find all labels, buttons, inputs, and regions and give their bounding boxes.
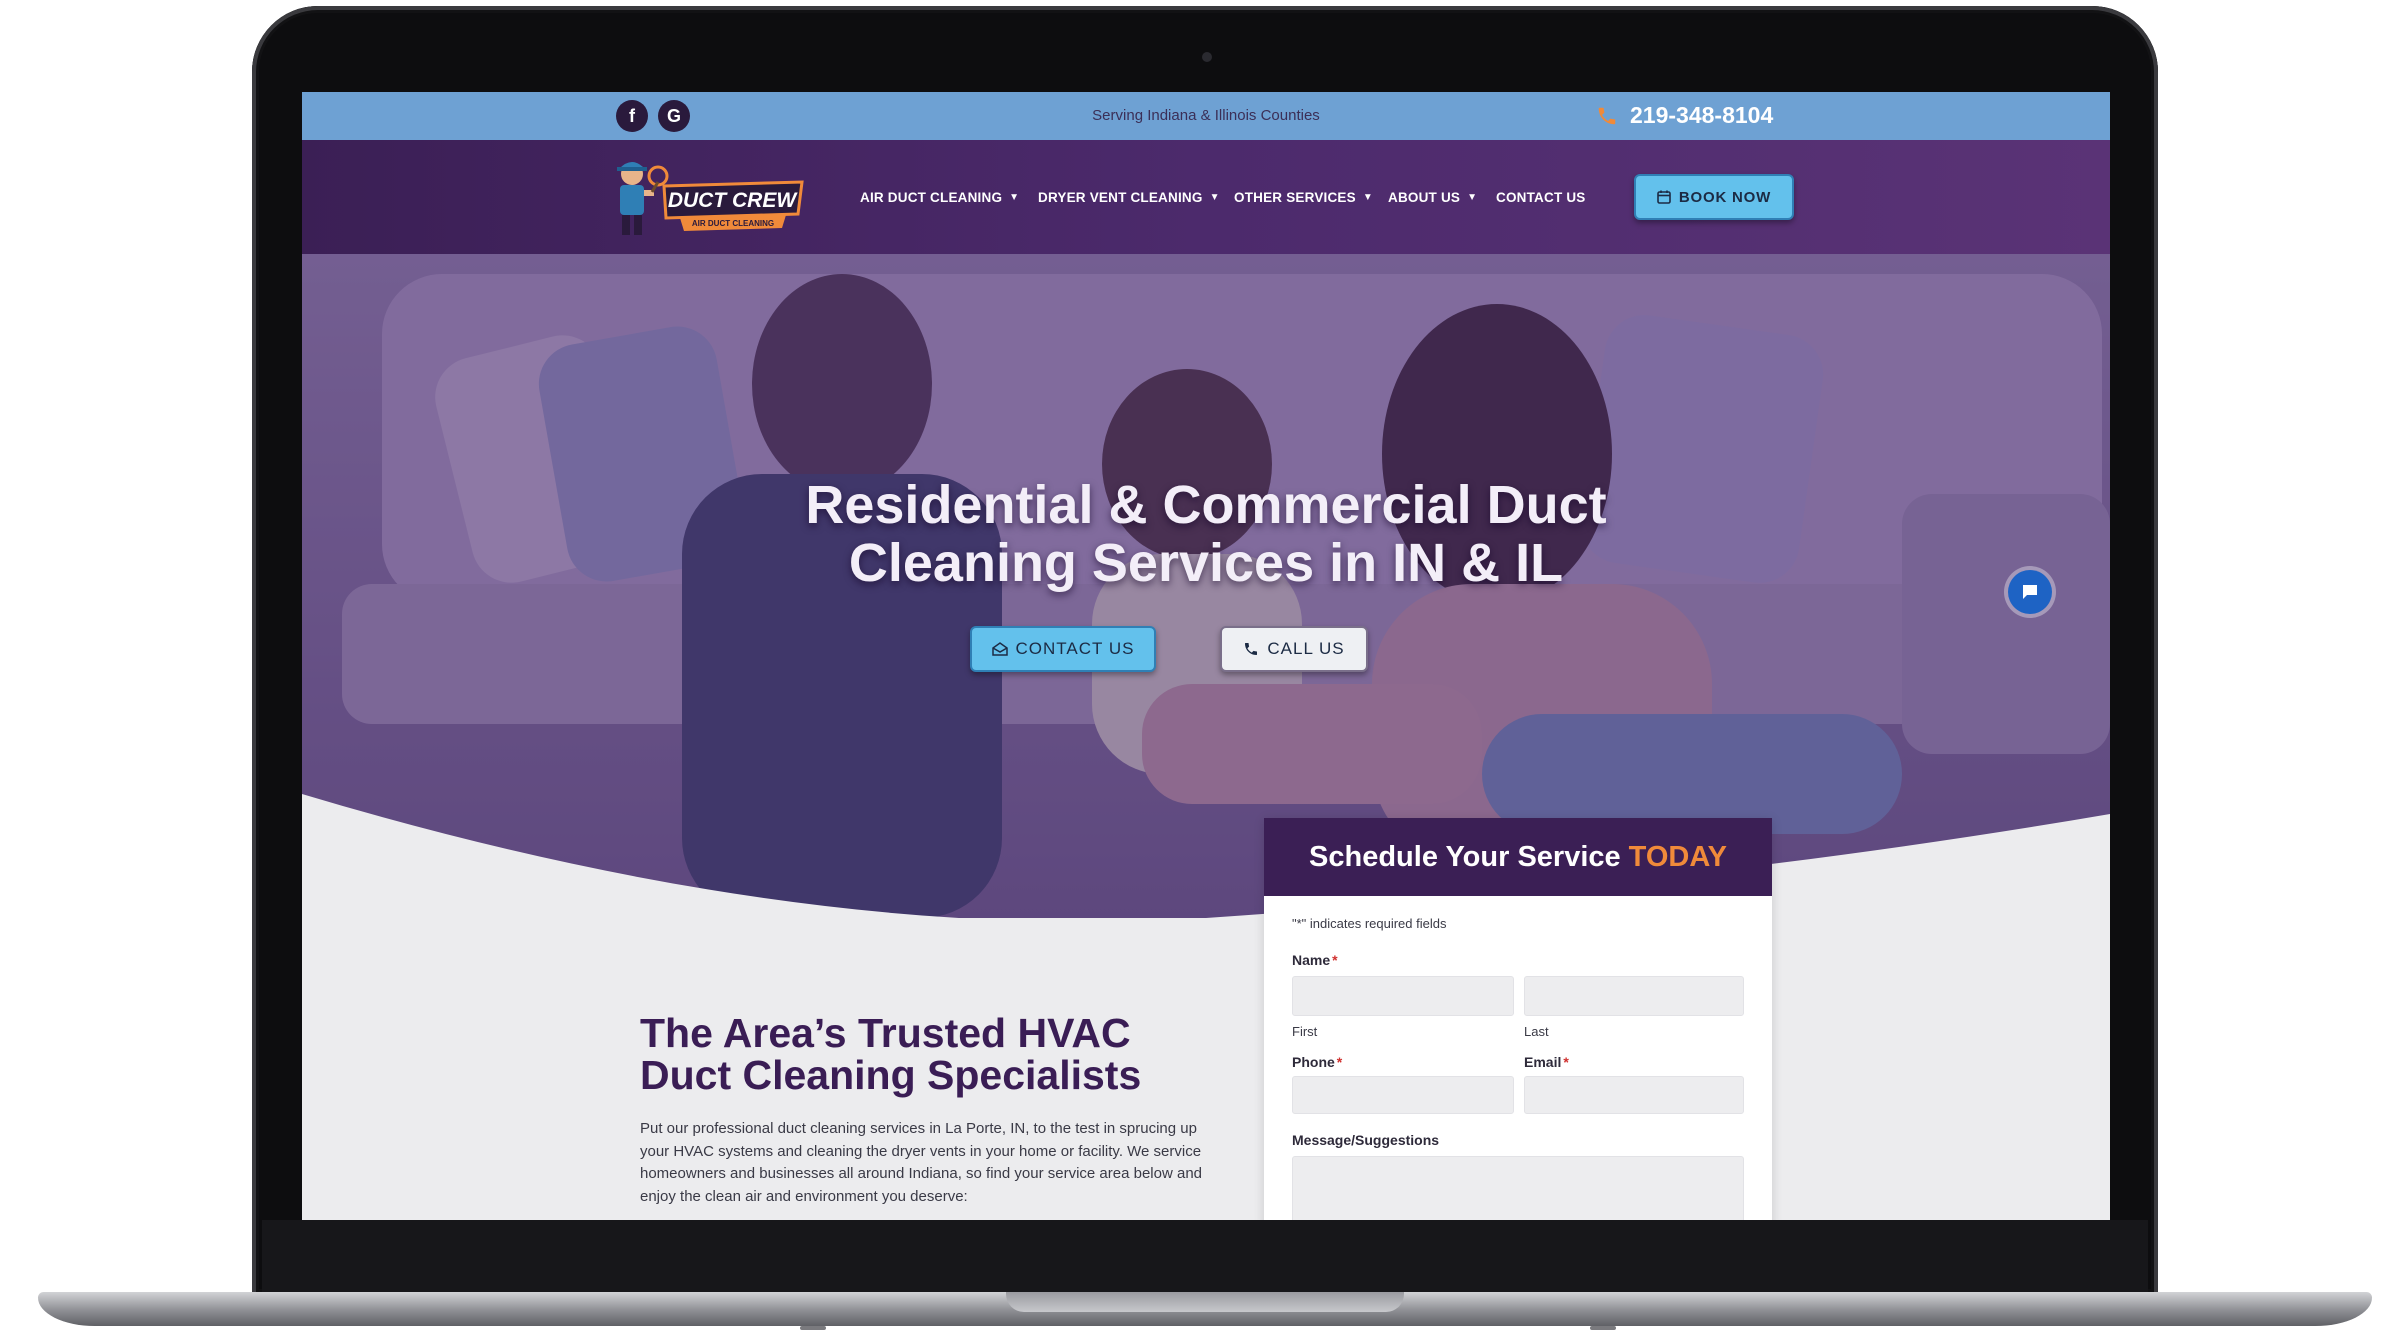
nav-dryer-vent-cleaning[interactable]: DRYER VENT CLEANING ▼	[1038, 190, 1220, 205]
nav-contact-us[interactable]: CONTACT US	[1496, 190, 1586, 205]
about-paragraph: Put our professional duct cleaning servi…	[640, 1120, 1203, 1205]
calendar-icon	[1657, 190, 1671, 204]
required-asterisk: *	[1563, 1054, 1569, 1070]
phone-icon	[1598, 107, 1616, 124]
svg-text:DUCT CREW: DUCT CREW	[668, 189, 798, 212]
hero-title-line: Cleaning Services in IN & IL	[848, 533, 1564, 593]
nav-about-us[interactable]: ABOUT US ▼	[1388, 190, 1477, 205]
hero-title-line: Residential & Commercial Duct	[805, 475, 1607, 535]
required-fields-note: "*" indicates required fields	[1292, 916, 1447, 931]
chevron-down-icon: ▼	[1009, 192, 1020, 203]
nav-label: DRYER VENT CLEANING	[1038, 190, 1203, 205]
about-heading-line: The Area’s Trusted HVAC	[640, 1010, 1131, 1056]
about-heading: The Area’s Trusted HVAC Duct Cleaning Sp…	[640, 1012, 1200, 1096]
email-label-text: Email	[1524, 1054, 1562, 1070]
svg-text:AIR DUCT CLEANING: AIR DUCT CLEANING	[692, 219, 774, 228]
email-input[interactable]	[1524, 1076, 1744, 1114]
name-label-text: Name	[1292, 952, 1331, 968]
laptop-bottom-bezel	[262, 1220, 2148, 1296]
last-sublabel: Last	[1524, 1024, 1549, 1039]
last-name-input[interactable]	[1524, 976, 1744, 1016]
form-heading-highlight: TODAY	[1628, 840, 1727, 873]
name-label: Name *	[1292, 952, 1338, 968]
required-asterisk: *	[1332, 952, 1338, 968]
email-label: Email *	[1524, 1054, 1569, 1070]
phone-input[interactable]	[1292, 1076, 1514, 1114]
nav-label: OTHER SERVICES	[1234, 190, 1356, 205]
top-bar: f G Serving Indiana & Illinois Counties …	[302, 92, 2110, 140]
phone-icon	[1245, 643, 1258, 655]
nav-label: AIR DUCT CLEANING	[860, 190, 1003, 205]
chevron-down-icon: ▼	[1362, 192, 1373, 203]
nav-label: CONTACT US	[1496, 190, 1586, 205]
phone-label: Phone *	[1292, 1054, 1342, 1070]
required-asterisk: *	[1336, 1054, 1343, 1070]
laptop-foot	[1590, 1326, 1616, 1330]
book-now-button[interactable]: BOOK NOW	[1634, 174, 1794, 220]
first-sublabel: First	[1292, 1024, 1318, 1039]
envelope-open-icon	[991, 642, 1008, 656]
contact-us-label: CONTACT US	[1015, 639, 1135, 658]
book-now-label: BOOK NOW	[1678, 188, 1772, 206]
chevron-down-icon: ▼	[1467, 192, 1478, 203]
message-textarea[interactable]	[1292, 1156, 1744, 1220]
hero-title: Residential & Commercial Duct Cleaning S…	[302, 476, 2110, 592]
first-name-input[interactable]	[1292, 976, 1514, 1016]
chevron-down-icon: ▼	[1209, 192, 1220, 203]
schedule-form: Schedule Your Service TODAY "*" indicate…	[1264, 818, 1772, 1220]
phone-number: 219-348-8104	[1630, 102, 1774, 128]
call-us-button[interactable]: CALL US	[1220, 626, 1368, 672]
main-navigation: DUCT CREW AIR DUCT CLEANING AIR DUCT CLE…	[302, 140, 2110, 254]
hero-section: Residential & Commercial Duct Cleaning S…	[302, 254, 2110, 918]
laptop-foot	[800, 1326, 826, 1330]
call-us-label: CALL US	[1267, 639, 1345, 658]
duct-crew-logo[interactable]: DUCT CREW AIR DUCT CLEANING	[606, 152, 806, 244]
nav-label: ABOUT US	[1388, 190, 1461, 205]
serving-area-text: Serving Indiana & Illinois Counties	[1092, 107, 1320, 124]
chat-widget-button[interactable]	[2008, 570, 2052, 614]
contact-us-button[interactable]: CONTACT US	[970, 626, 1156, 672]
website-screen: f G Serving Indiana & Illinois Counties …	[302, 92, 2110, 1220]
phone-label-text: Phone	[1292, 1054, 1335, 1070]
phone-link[interactable]: 219-348-8104	[1596, 102, 1773, 129]
chat-icon	[2023, 585, 2037, 599]
about-heading-line: Duct Cleaning Specialists	[640, 1052, 1142, 1098]
message-label: Message/Suggestions	[1292, 1132, 1440, 1148]
laptop-hinge-notch	[1006, 1292, 1404, 1312]
form-heading: Schedule Your Service TODAY	[1264, 818, 1772, 896]
nav-air-duct-cleaning[interactable]: AIR DUCT CLEANING ▼	[860, 190, 1019, 205]
form-heading-text: Schedule Your Service	[1309, 840, 1621, 873]
webcam	[1202, 52, 1212, 62]
nav-other-services[interactable]: OTHER SERVICES ▼	[1234, 190, 1373, 205]
